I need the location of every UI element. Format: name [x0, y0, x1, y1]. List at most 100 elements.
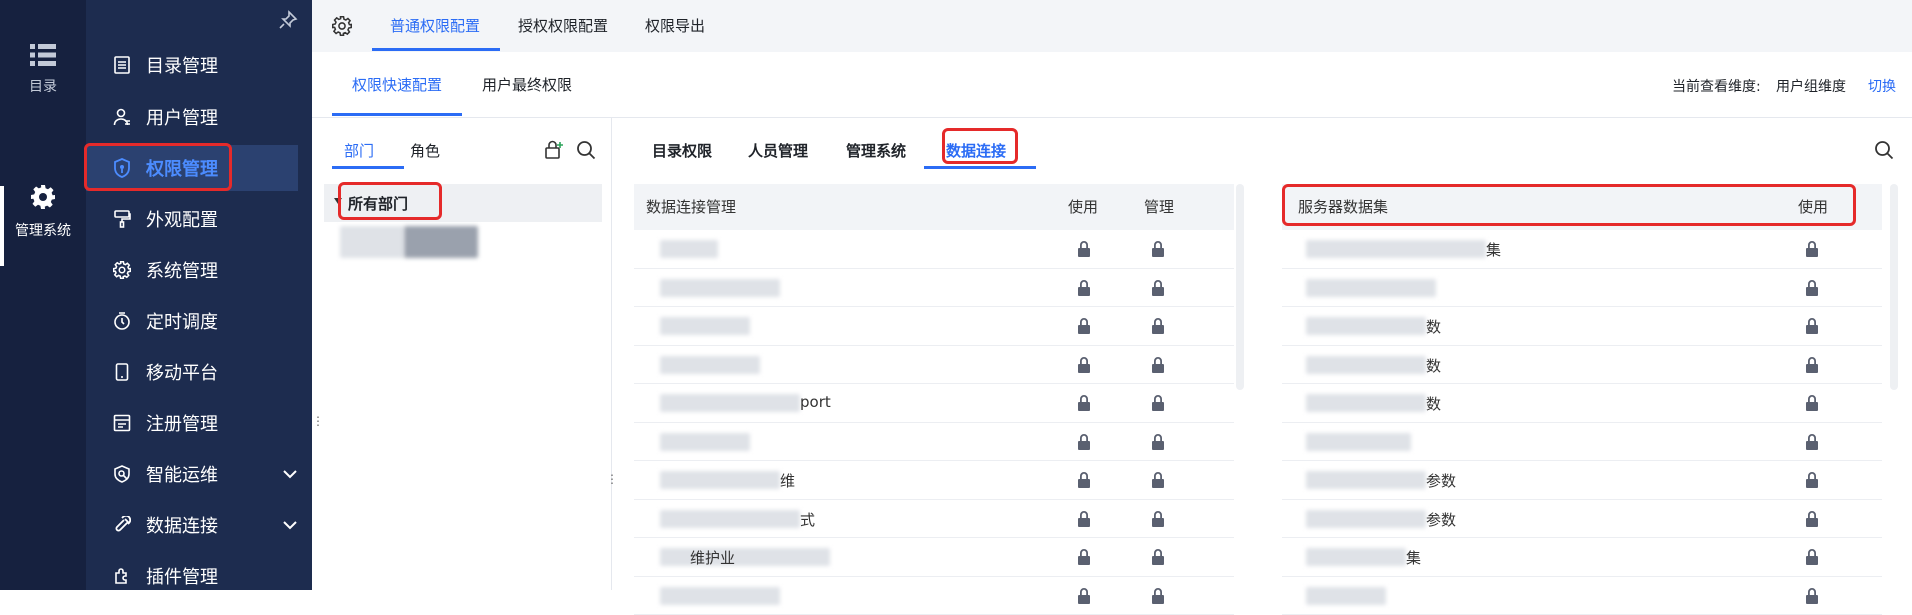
row-text: 数: [1426, 316, 1441, 337]
rail-item-catalog[interactable]: 目录: [0, 44, 86, 96]
sidebar-item-register[interactable]: 注册管理: [86, 400, 298, 446]
redacted-name: [1306, 587, 1386, 605]
lock-icon[interactable]: [1804, 471, 1820, 489]
sidebar-item-ops[interactable]: 智能运维: [86, 451, 298, 497]
lock-icon[interactable]: [1150, 548, 1166, 566]
table-row[interactable]: 数: [1282, 307, 1882, 346]
sidebar-item-users[interactable]: 用户管理: [86, 94, 298, 140]
lock-icon[interactable]: [1076, 548, 1092, 566]
resize-handle[interactable]: ⋮: [312, 414, 324, 428]
lock-icon[interactable]: [1150, 317, 1166, 335]
table-row[interactable]: 维: [634, 461, 1234, 500]
sidebar-item-plugins[interactable]: 插件管理: [86, 553, 298, 599]
tab-department[interactable]: 部门: [344, 140, 374, 161]
lock-icon[interactable]: [1150, 471, 1166, 489]
table-row[interactable]: 数: [1282, 384, 1882, 423]
sidebar-item-label: 外观配置: [146, 206, 218, 232]
tab-personnel[interactable]: 人员管理: [748, 140, 808, 161]
app-rail: 目录 管理系统: [0, 0, 86, 590]
lock-icon[interactable]: [1804, 510, 1820, 528]
tab-catalog-permission[interactable]: 目录权限: [652, 140, 712, 161]
lock-icon[interactable]: [1804, 394, 1820, 412]
lock-icon[interactable]: [1804, 587, 1820, 605]
lock-icon[interactable]: [1076, 471, 1092, 489]
resize-handle[interactable]: ⋮: [606, 472, 618, 486]
tab-underline: [372, 48, 500, 51]
table-row[interactable]: [634, 346, 1234, 385]
lock-icon[interactable]: [1804, 548, 1820, 566]
lock-icon[interactable]: [1150, 356, 1166, 374]
lock-icon[interactable]: [1150, 394, 1166, 412]
table-row[interactable]: [634, 307, 1234, 346]
tab-final-permission[interactable]: 用户最终权限: [482, 74, 572, 95]
tab-permission-export[interactable]: 权限导出: [645, 0, 705, 52]
table-row[interactable]: 集: [1282, 538, 1882, 577]
sidebar-item-system[interactable]: 系统管理: [86, 247, 298, 293]
lock-icon[interactable]: [1076, 394, 1092, 412]
sidebar-item-label: 系统管理: [146, 257, 218, 283]
sidebar-item-data-connection[interactable]: 数据连接: [86, 502, 298, 548]
dimension-value: 用户组维度: [1776, 76, 1846, 96]
settings-icon[interactable]: [332, 16, 352, 40]
tab-grant-permission[interactable]: 授权权限配置: [518, 0, 608, 52]
redacted-name: [1306, 394, 1426, 412]
scrollbar[interactable]: [1890, 184, 1898, 390]
pin-icon[interactable]: [278, 10, 298, 34]
sidebar-item-schedule[interactable]: 定时调度: [86, 298, 298, 344]
lock-icon[interactable]: [1076, 433, 1092, 451]
search-icon[interactable]: [576, 140, 596, 164]
tab-admin-system[interactable]: 管理系统: [846, 140, 906, 161]
blurred-node: [340, 226, 404, 258]
list-icon: [30, 44, 56, 66]
sidebar-item-mobile[interactable]: 移动平台: [86, 349, 298, 395]
table-row[interactable]: [634, 577, 1234, 615]
lock-plus-icon[interactable]: [544, 140, 564, 164]
lock-icon[interactable]: [1076, 356, 1092, 374]
row-text: port: [800, 393, 831, 411]
table-row[interactable]: [634, 269, 1234, 308]
highlight-box: [942, 128, 1018, 164]
table-row[interactable]: 集: [1282, 230, 1882, 269]
switch-link[interactable]: 切换: [1868, 76, 1896, 96]
lock-icon[interactable]: [1076, 240, 1092, 258]
row-text: 集: [1406, 547, 1421, 568]
scrollbar[interactable]: [1236, 184, 1244, 390]
table-row[interactable]: 数: [1282, 346, 1882, 385]
highlight-box: [338, 182, 442, 220]
lock-icon[interactable]: [1150, 279, 1166, 297]
lock-icon[interactable]: [1804, 279, 1820, 297]
sub-tab-bar: 权限快速配置 用户最终权限 当前查看维度: 用户组维度 切换: [312, 52, 1912, 118]
table-row[interactable]: port: [634, 384, 1234, 423]
lock-icon[interactable]: [1150, 240, 1166, 258]
lock-icon[interactable]: [1076, 587, 1092, 605]
lock-icon[interactable]: [1076, 279, 1092, 297]
search-icon[interactable]: [1874, 140, 1894, 164]
lock-icon[interactable]: [1804, 356, 1820, 374]
lock-icon[interactable]: [1150, 587, 1166, 605]
table-row[interactable]: [1282, 269, 1882, 308]
lock-icon[interactable]: [1804, 240, 1820, 258]
table-row[interactable]: 参数: [1282, 500, 1882, 539]
table-row[interactable]: [634, 423, 1234, 462]
lock-icon[interactable]: [1804, 317, 1820, 335]
lock-icon[interactable]: [1804, 433, 1820, 451]
lock-icon[interactable]: [1076, 510, 1092, 528]
lock-icon[interactable]: [1150, 433, 1166, 451]
table-row[interactable]: 式: [634, 500, 1234, 539]
table-row[interactable]: [1282, 423, 1882, 462]
sidebar-item-appearance[interactable]: 外观配置: [86, 196, 298, 242]
table-row[interactable]: [634, 230, 1234, 269]
table-row[interactable]: 维护业: [634, 538, 1234, 577]
tab-underline: [332, 166, 404, 169]
redacted-name: [1306, 548, 1406, 566]
table-row[interactable]: 参数: [1282, 461, 1882, 500]
gear-icon: [112, 260, 132, 280]
lock-icon[interactable]: [1076, 317, 1092, 335]
sidebar-item-catalog[interactable]: 目录管理: [86, 42, 298, 88]
table-row[interactable]: [1282, 577, 1882, 615]
lock-icon[interactable]: [1150, 510, 1166, 528]
tab-normal-permission[interactable]: 普通权限配置: [390, 0, 480, 52]
rail-item-admin[interactable]: 管理系统: [0, 184, 86, 240]
tab-role[interactable]: 角色: [410, 140, 440, 161]
tab-quick-config[interactable]: 权限快速配置: [352, 74, 442, 95]
